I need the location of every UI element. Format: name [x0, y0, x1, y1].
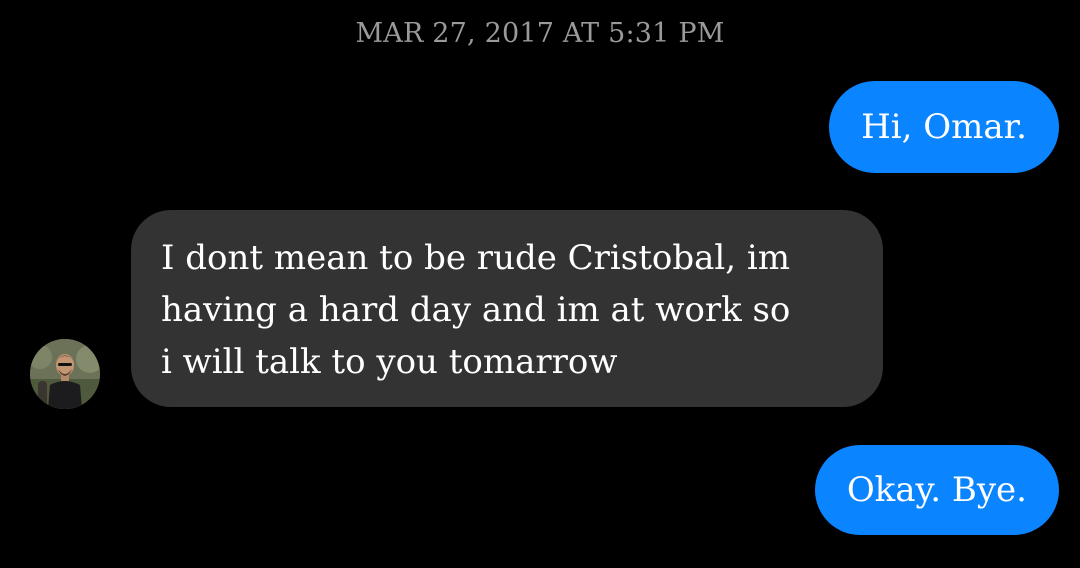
outgoing-message-bubble[interactable]: Hi, Omar.: [829, 81, 1059, 173]
outgoing-message-bubble[interactable]: Okay. Bye.: [814, 445, 1059, 535]
avatar-photo-icon: [30, 339, 100, 409]
thread-timestamp: MAR 27, 2017 AT 5:31 PM: [355, 18, 725, 49]
incoming-message-bubble[interactable]: I dont mean to be rude Cristobal, im hav…: [131, 210, 883, 407]
contact-avatar[interactable]: [30, 339, 100, 409]
message-thread: MAR 27, 2017 AT 5:31 PM Hi, Omar. I dont…: [0, 0, 1080, 568]
